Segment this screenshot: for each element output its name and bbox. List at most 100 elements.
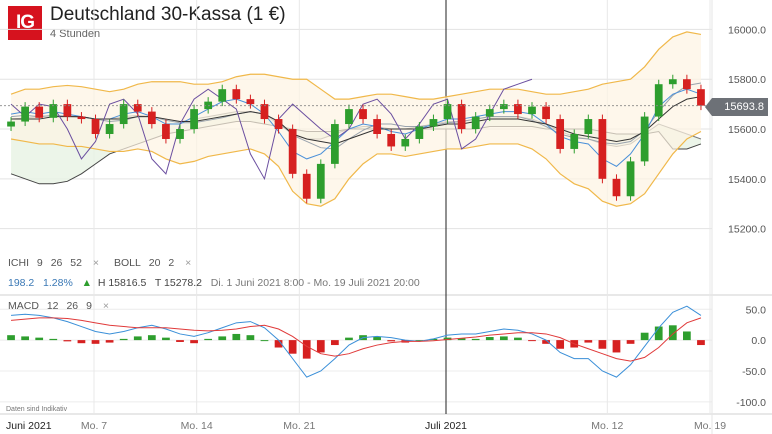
macd-histogram-bar <box>218 336 227 341</box>
date-tick-label: Juni 2021 <box>6 420 52 432</box>
candle-body <box>683 79 691 90</box>
macd-tick-label: 50.0 <box>746 304 767 316</box>
ichi-param-2: 26 <box>50 257 63 269</box>
date-tick-label: Mo. 12 <box>591 420 623 432</box>
candle-body <box>640 116 649 162</box>
macd-param-3: 9 <box>86 300 92 312</box>
macd-histogram-bar <box>302 340 311 359</box>
macd-histogram-bar <box>640 332 649 341</box>
macd-histogram-bar <box>345 337 353 341</box>
macd-histogram-bar <box>683 331 691 341</box>
remove-macd-icon[interactable]: × <box>103 300 109 312</box>
macd-histogram-bar <box>316 340 325 353</box>
candle-body <box>288 129 297 174</box>
macd-histogram-bar <box>514 337 522 341</box>
date-tick-label: Mo. 19 <box>694 420 726 432</box>
high-value: H 15816.5 <box>97 277 147 289</box>
indicator-legend: ICHI 9 26 52 × BOLL 20 2 × <box>8 257 203 269</box>
candle-body <box>331 124 339 164</box>
candle-body <box>49 104 58 118</box>
macd-histogram-bar <box>668 325 677 341</box>
candle-body <box>91 119 100 134</box>
macd-histogram-bar <box>190 340 198 344</box>
macd-legend: MACD 12 26 9 × <box>8 300 121 312</box>
candle-body <box>584 119 593 134</box>
macd-tick-label: -50.0 <box>742 366 766 378</box>
last-price-badge: 15693.8 <box>705 98 768 116</box>
macd-histogram-bar <box>232 333 241 341</box>
macd-histogram-bar <box>485 337 494 341</box>
candle-body <box>542 106 550 120</box>
date-tick-label: Mo. 21 <box>283 420 315 432</box>
candle-body <box>429 119 438 127</box>
macd-histogram-bar <box>176 340 184 342</box>
ichi-param-3: 52 <box>70 257 82 269</box>
macd-histogram-bar <box>246 335 255 341</box>
candle-body <box>387 134 396 147</box>
macd-param-2: 26 <box>66 300 79 312</box>
ichi-name[interactable]: ICHI <box>8 257 29 269</box>
macd-name[interactable]: MACD <box>8 300 39 312</box>
remove-ichi-icon[interactable]: × <box>93 257 99 269</box>
boll-name[interactable]: BOLL <box>114 257 141 269</box>
arrow-up-icon: ▲ <box>81 277 92 289</box>
candle-body <box>415 126 424 139</box>
candle-body <box>457 104 466 130</box>
candle-body <box>21 106 29 122</box>
candle-body <box>190 109 198 130</box>
macd-histogram-bar <box>147 335 156 341</box>
candle-body <box>668 79 677 85</box>
macd-param-1: 12 <box>46 300 59 312</box>
candle-body <box>119 104 128 125</box>
candle-body <box>612 178 621 197</box>
candle-body <box>570 134 579 149</box>
date-tick-label: Mo. 7 <box>81 420 107 432</box>
macd-histogram-bar <box>697 340 705 346</box>
candle-body <box>35 106 44 118</box>
macd-histogram-bar <box>49 338 58 341</box>
macd-histogram-bar <box>331 340 339 346</box>
macd-tick-label: -100.0 <box>736 397 766 409</box>
price-stats: 198.2 1.28% ▲ H 15816.5 T 15278.2 Di. 1 … <box>8 277 420 289</box>
macd-histogram-bar <box>387 340 396 342</box>
boll-param-1: 20 <box>148 257 161 269</box>
candle-body <box>401 138 410 147</box>
price-chart[interactable]: 16000.0 15800.0 15600.0 15400.0 15200.0 50.0 0… <box>0 0 772 434</box>
chart-window: { "header": { "logo": "IG", "title": "De… <box>0 0 772 434</box>
date-range: Di. 1 Juni 2021 8:00 - Mo. 19 Juli 2021 … <box>210 277 420 289</box>
macd-histogram-bar <box>204 338 213 341</box>
price-tick-label: 15200.0 <box>728 224 766 236</box>
macd-histogram-bar <box>373 337 381 341</box>
macd-histogram-bar <box>260 340 269 342</box>
candle-body <box>528 106 536 115</box>
boll-param-2: 2 <box>168 257 175 269</box>
macd-histogram-bar <box>21 336 29 341</box>
candle-body <box>359 109 367 120</box>
candle-body <box>147 111 156 125</box>
macd-histogram-bar <box>598 340 607 349</box>
candle-body <box>556 119 565 149</box>
candle-body <box>443 104 452 120</box>
candle-body <box>471 116 480 130</box>
macd-line <box>10 305 702 378</box>
candle-body <box>373 119 381 134</box>
candle-body <box>499 104 508 110</box>
candle-body <box>176 129 184 139</box>
candle-body <box>654 84 663 117</box>
remove-boll-icon[interactable]: × <box>185 257 191 269</box>
macd-histogram-bar <box>63 340 72 342</box>
candle-body <box>77 116 86 120</box>
macd-histogram-bar <box>584 340 593 343</box>
candle-body <box>697 89 705 106</box>
candle-body <box>232 89 241 100</box>
macd-histogram-bar <box>133 336 142 341</box>
candle-body <box>218 89 227 102</box>
candle-body <box>274 119 283 130</box>
candle-body <box>345 109 353 125</box>
macd-histogram-bar <box>288 340 297 354</box>
disclaimer: Daten sind Indikativ <box>6 406 68 413</box>
macd-histogram-bar <box>35 337 44 341</box>
macd-histogram-bar <box>162 337 170 341</box>
macd-histogram-bar <box>528 340 536 342</box>
candle-body <box>162 124 170 139</box>
